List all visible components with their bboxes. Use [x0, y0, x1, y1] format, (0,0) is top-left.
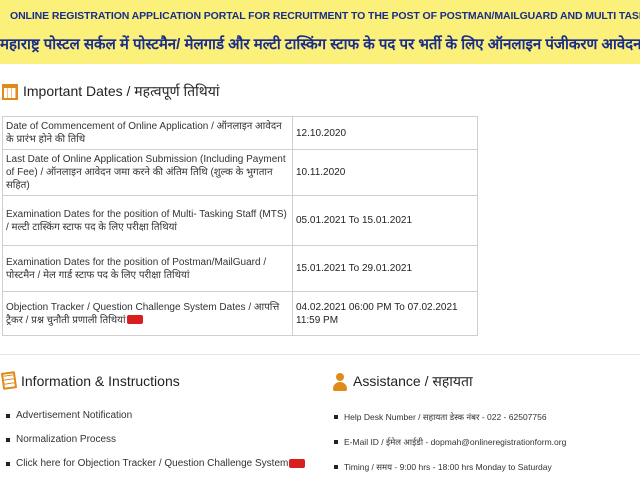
calendar-icon — [2, 83, 18, 100]
highlight-mark — [289, 458, 306, 468]
row-label: Last Date of Online Application Submissi… — [2, 149, 293, 196]
row-label: Date of Commencement of Online Applicati… — [2, 116, 293, 150]
advertisement-notification-link[interactable]: Advertisement Notification — [16, 410, 132, 421]
important-dates-table: Date of Commencement of Online Applicati… — [2, 116, 478, 336]
important-dates-title: Important Dates / महत्वपूर्ण तिथियां — [23, 83, 220, 99]
table-row: Objection Tracker / Question Challenge S… — [2, 291, 478, 336]
table-row: Date of Commencement of Online Applicati… — [2, 116, 478, 150]
highlight-mark — [126, 315, 143, 325]
row-value: 12.10.2020 — [292, 116, 478, 150]
support-person-icon — [332, 372, 348, 391]
row-value: 15.01.2021 To 29.01.2021 — [292, 245, 478, 292]
information-heading: Information & Instructions — [0, 371, 180, 390]
email-id: E-Mail ID / ईमेल आईडी - dopmah@onlinereg… — [332, 437, 566, 462]
header-banner: ONLINE REGISTRATION APPLICATION PORTAL F… — [0, 0, 640, 64]
document-icon — [0, 371, 18, 390]
important-dates-heading: Important Dates / महत्वपूर्ण तिथियां — [2, 82, 219, 101]
objection-tracker-link[interactable]: Click here for Objection Tracker / Quest… — [16, 458, 288, 469]
assistance-heading: Assistance / सहायता — [332, 372, 473, 391]
table-row: Examination Dates for the position of Po… — [2, 245, 478, 292]
timing: Timing / समय - 9:00 hrs - 18:00 hrs Mond… — [332, 462, 566, 480]
information-list: Advertisement Notification Normalization… — [4, 410, 306, 480]
section-divider — [0, 354, 640, 355]
row-value: 10.11.2020 — [292, 149, 478, 196]
banner-title-english: ONLINE REGISTRATION APPLICATION PORTAL F… — [10, 10, 640, 22]
assistance-title: Assistance / सहायता — [353, 373, 473, 389]
table-row: Last Date of Online Application Submissi… — [2, 149, 478, 196]
row-value: 04.02.2021 06:00 PM To 07.02.2021 11:59 … — [292, 291, 478, 336]
row-label: Objection Tracker / Question Challenge S… — [2, 291, 293, 336]
assistance-list: Help Desk Number / सहायता डेस्क नंबर - 0… — [332, 412, 566, 480]
list-item[interactable]: Click here for Objection Tracker / Quest… — [4, 458, 306, 480]
helpdesk-number: Help Desk Number / सहायता डेस्क नंबर - 0… — [332, 412, 566, 437]
normalization-process-link[interactable]: Normalization Process — [16, 434, 116, 445]
row-label: Examination Dates for the position of Mu… — [2, 195, 293, 246]
list-item[interactable]: Normalization Process — [4, 434, 305, 458]
row-value: 05.01.2021 To 15.01.2021 — [292, 195, 478, 246]
list-item[interactable]: Advertisement Notification — [4, 410, 305, 434]
row-label-text: Objection Tracker / Question Challenge S… — [6, 301, 280, 326]
table-row: Examination Dates for the position of Mu… — [2, 195, 478, 246]
row-label: Examination Dates for the position of Po… — [2, 245, 293, 292]
information-title: Information & Instructions — [21, 372, 180, 389]
banner-title-hindi: महाराष्ट्र पोस्टल सर्कल में पोस्टमैन/ मे… — [0, 36, 640, 53]
